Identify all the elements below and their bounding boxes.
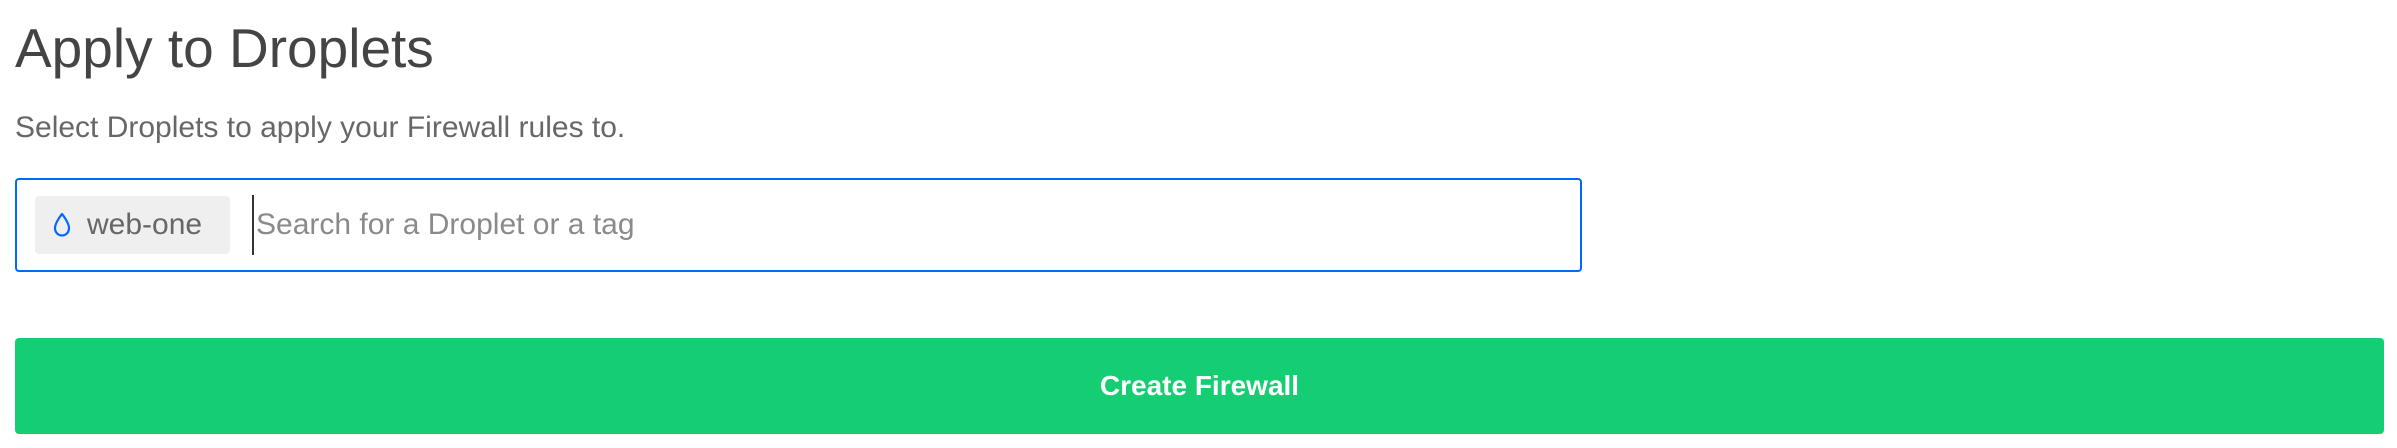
apply-to-droplets-section: Apply to Droplets Select Droplets to app… (0, 0, 2397, 448)
droplet-search-field[interactable]: web-one (15, 178, 1582, 272)
droplet-icon (51, 211, 73, 239)
section-title: Apply to Droplets (15, 17, 434, 79)
droplet-search-input[interactable] (252, 195, 1580, 255)
droplet-icon-svg (53, 212, 71, 237)
selected-droplet-chip[interactable]: web-one (35, 196, 230, 254)
selected-droplet-label: web-one (87, 208, 203, 241)
create-firewall-button[interactable]: Create Firewall (15, 338, 2384, 434)
section-description: Select Droplets to apply your Firewall r… (15, 111, 626, 144)
